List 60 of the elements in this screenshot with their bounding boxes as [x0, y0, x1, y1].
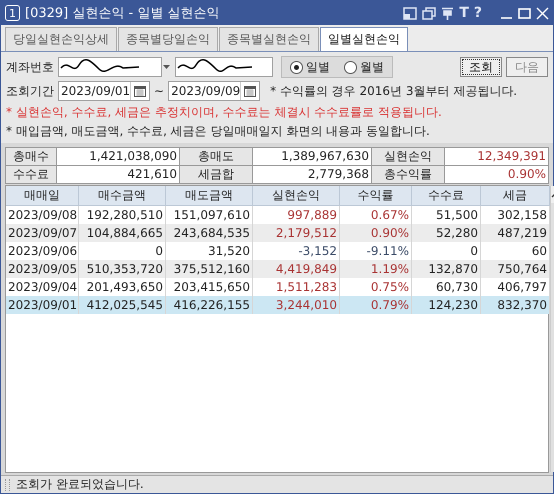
date-to-field[interactable]: 2023/09/09 — [168, 81, 260, 101]
date-from-field[interactable]: 2023/09/01 — [58, 81, 150, 101]
table-cell: 2023/09/01 — [6, 296, 79, 314]
summary-label: 총매수 — [6, 148, 56, 165]
tab[interactable]: 종목별실현손익 — [219, 27, 319, 51]
table-cell: 416,226,155 — [166, 296, 253, 314]
close-icon[interactable] — [536, 6, 549, 20]
summary-value: 1,389,967,630 — [253, 148, 371, 165]
status-message: 조회가 완료되었습니다. — [16, 476, 144, 493]
table-row[interactable]: 2023/09/06 0 31,520 -3,152 -9.11% 0 60 — [6, 242, 550, 260]
summary-label: 수수료 — [6, 166, 56, 183]
summary-value: 2,779,368 — [253, 166, 371, 183]
field-label: 계좌번호 — [6, 58, 54, 76]
period-radio[interactable]: 월별 — [344, 58, 384, 76]
column-header: 실현손익 — [253, 186, 340, 206]
table-row[interactable]: 2023/09/08 192,280,510 151,097,610 997,889 0.67% 51,500 302,158 — [6, 206, 550, 224]
column-header: 매매일 — [6, 186, 79, 206]
calendar-icon[interactable] — [244, 86, 256, 96]
tab[interactable]: 당일실현손익상세 — [5, 27, 117, 51]
table-row[interactable]: 2023/09/01 412,025,545 416,226,155 3,244,010 0.79% 124,230 832,370 — [6, 296, 550, 314]
window-title: [0329] 실현손익 - 일별 실현손익 — [25, 5, 220, 22]
field-label: 조회기간 — [6, 82, 54, 100]
window-number-badge: 1 — [5, 5, 20, 21]
summary-label: 실현손익 — [372, 148, 444, 165]
table-row[interactable]: 2023/09/05 510,353,720 375,512,160 4,419,849 1.19% 132,870 750,764 — [6, 260, 550, 278]
column-header: 수수료 — [412, 186, 481, 206]
range-separator: ~ — [154, 84, 164, 98]
help-button[interactable]: ? — [474, 5, 482, 21]
copy-window-icon[interactable] — [422, 6, 436, 20]
table-cell: 124,230 — [412, 296, 481, 314]
tab[interactable]: 일별실현손익 — [320, 27, 408, 51]
summary-value: 12,349,391 — [445, 148, 548, 165]
summary-value: 421,610 — [57, 166, 179, 183]
table-row[interactable]: 2023/09/04 201,493,650 203,415,650 1,511,283 0.75% 60,730 406,797 — [6, 278, 550, 296]
column-header: 매수금액 — [79, 186, 166, 206]
font-size-button[interactable]: T — [459, 5, 469, 21]
summary-label: 세금합 — [180, 166, 252, 183]
summary-value: 1,421,038,090 — [57, 148, 179, 165]
period-radio[interactable]: 일별 — [290, 58, 330, 76]
pin-icon[interactable] — [441, 6, 454, 20]
window-layout-icon[interactable] — [403, 6, 418, 20]
tab[interactable]: 종목별당일손익 — [118, 27, 218, 51]
account-name-field[interactable] — [175, 57, 273, 77]
column-header: 수익률 — [340, 186, 412, 206]
calendar-icon[interactable] — [134, 86, 146, 96]
account-field[interactable] — [58, 57, 162, 77]
maximize-icon[interactable] — [518, 6, 531, 20]
summary-label: 총매도 — [180, 148, 252, 165]
summary-value: 0.90% — [445, 166, 548, 183]
table-cell: 412,025,545 — [79, 296, 166, 314]
table-cell: 3,244,010 — [253, 296, 340, 314]
column-header: 매도금액 — [166, 186, 253, 206]
column-header: 세금 — [481, 186, 550, 206]
notice-text: * 수익률의 경우 2016년 3월부터 제공됩니다. — [270, 82, 518, 100]
notice-text: * 실현손익, 수수료, 세금은 추정치이며, 수수료는 체결시 수수료률로 적용됩니다. — [6, 104, 443, 121]
notice-text: * 매입금액, 매도금액, 수수료, 세금은 당일매매일지 화면의 내용과 동일합니다. — [6, 123, 431, 140]
search-button[interactable]: 조회 — [460, 57, 502, 77]
table-row[interactable]: 2023/09/07 104,884,665 243,684,535 2,179,512 0.90% 52,280 487,219 — [6, 224, 550, 242]
summary-label: 총수익률 — [372, 166, 444, 183]
table-cell: 0.79% — [340, 296, 412, 314]
